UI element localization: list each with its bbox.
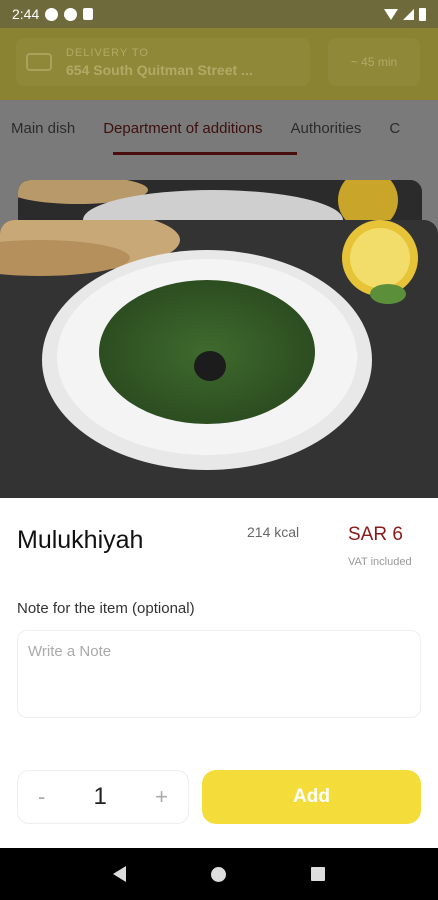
back-icon[interactable] — [112, 866, 126, 882]
item-calories: 214 kcal — [247, 524, 300, 540]
tab-partial[interactable]: C — [389, 120, 400, 137]
status-right — [384, 7, 426, 21]
item-image — [0, 220, 438, 498]
item-detail-sheet: Mulukhiyah 214 kcal SAR 6 VAT included N… — [0, 220, 438, 848]
status-bar: 2:44 — [0, 0, 438, 28]
signal-icon — [403, 8, 414, 20]
quantity-value: 1 — [93, 783, 107, 810]
delivery-label: DELIVERY TO — [66, 46, 149, 59]
note-label: Note for the item (optional) — [17, 600, 195, 617]
decrease-quantity-button[interactable]: - — [38, 784, 45, 810]
tab-authorities[interactable]: Authorities — [290, 120, 361, 137]
tab-department-of-additions[interactable]: Department of additions — [103, 120, 262, 137]
tab-main-dish[interactable]: Main dish — [11, 120, 75, 137]
category-tabs: Main dish Department of additions Author… — [0, 100, 438, 156]
delivery-header: DELIVERY TO 654 South Quitman Street ...… — [0, 28, 438, 100]
item-name: Mulukhiyah — [17, 526, 144, 554]
delivery-time: ~ 45 min — [350, 55, 398, 69]
recent-apps-icon[interactable] — [311, 867, 326, 881]
note-input[interactable] — [17, 630, 421, 718]
increase-quantity-button[interactable]: + — [155, 784, 168, 810]
delivery-address-box[interactable]: DELIVERY TO 654 South Quitman Street ... — [16, 38, 310, 86]
media-icon — [64, 7, 78, 21]
delivery-time-box[interactable]: ~ 45 min — [328, 38, 420, 86]
wifi-icon — [384, 8, 398, 20]
status-left: 2:44 — [12, 6, 94, 22]
vat-note: VAT included — [348, 556, 412, 568]
delivery-text: DELIVERY TO 654 South Quitman Street ... — [66, 47, 253, 78]
notification-icon — [45, 7, 59, 21]
mulukhiyah-photo — [0, 220, 438, 498]
status-time: 2:44 — [12, 6, 40, 22]
active-tab-indicator — [113, 152, 297, 155]
system-nav-bar — [0, 848, 438, 900]
quantity-stepper: - 1 + — [17, 770, 189, 824]
add-button-label: Add — [293, 786, 330, 807]
item-price: SAR 6 — [348, 524, 403, 545]
clipboard-icon — [83, 8, 94, 20]
battery-icon — [419, 7, 426, 21]
add-to-cart-button[interactable]: Add — [202, 770, 421, 824]
home-icon[interactable] — [210, 866, 226, 882]
delivery-address: 654 South Quitman Street ... — [66, 61, 253, 78]
truck-icon — [26, 53, 52, 71]
